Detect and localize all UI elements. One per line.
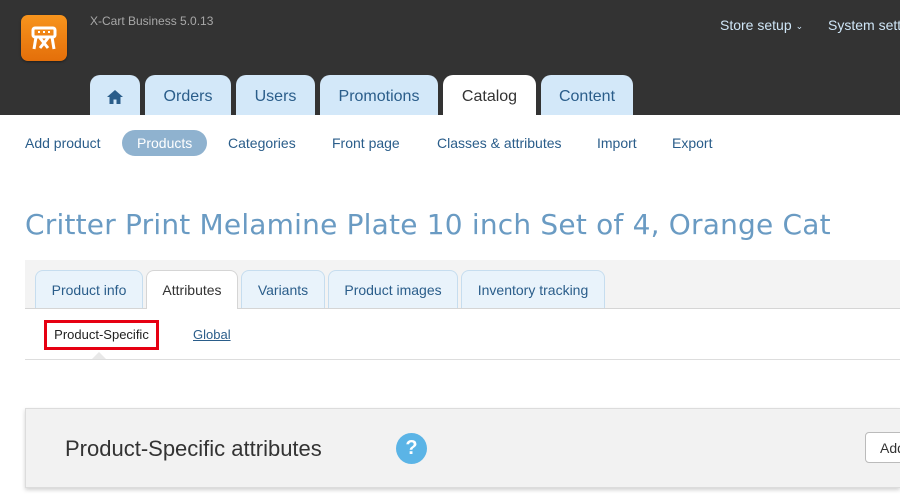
system-settings-label: System sett: [828, 17, 900, 33]
add-attribute-button[interactable]: Add: [865, 432, 900, 463]
tab-content[interactable]: Content: [541, 75, 633, 115]
tab-promotions[interactable]: Promotions: [320, 75, 438, 115]
app-version-title: X-Cart Business 5.0.13: [90, 14, 214, 28]
home-icon: [107, 89, 123, 104]
tab-users[interactable]: Users: [236, 75, 315, 115]
subtab-global[interactable]: Global: [193, 327, 231, 342]
help-icon[interactable]: ?: [396, 433, 427, 464]
subnav-front-page[interactable]: Front page: [332, 130, 400, 156]
chevron-down-icon: ⌄: [795, 21, 804, 31]
active-subtab-caret: [92, 352, 106, 359]
system-settings-menu[interactable]: System sett: [828, 17, 900, 33]
tab-inventory-tracking[interactable]: Inventory tracking: [461, 270, 605, 308]
subtab-product-specific[interactable]: Product-Specific: [44, 320, 159, 350]
subnav-export[interactable]: Export: [672, 130, 712, 156]
tab-attributes[interactable]: Attributes: [146, 270, 238, 310]
tab-variants[interactable]: Variants: [241, 270, 325, 308]
xcart-logo-icon[interactable]: [21, 15, 67, 61]
subnav-categories[interactable]: Categories: [228, 130, 296, 156]
subnav-classes-attributes[interactable]: Classes & attributes: [437, 130, 562, 156]
tab-catalog[interactable]: Catalog: [443, 75, 536, 115]
subnav-import[interactable]: Import: [597, 130, 637, 156]
tab-orders[interactable]: Orders: [145, 75, 231, 115]
store-setup-label: Store setup: [720, 17, 792, 33]
tab-product-images[interactable]: Product images: [328, 270, 458, 308]
page-title: Critter Print Melamine Plate 10 inch Set…: [25, 208, 831, 241]
store-setup-menu[interactable]: Store setup ⌄: [720, 17, 803, 33]
panel-title: Product-Specific attributes: [65, 436, 322, 461]
tab-home[interactable]: [90, 75, 140, 115]
subnav-add-product[interactable]: Add product: [25, 130, 101, 156]
tab-product-info[interactable]: Product info: [35, 270, 143, 308]
subnav-products[interactable]: Products: [122, 130, 208, 156]
